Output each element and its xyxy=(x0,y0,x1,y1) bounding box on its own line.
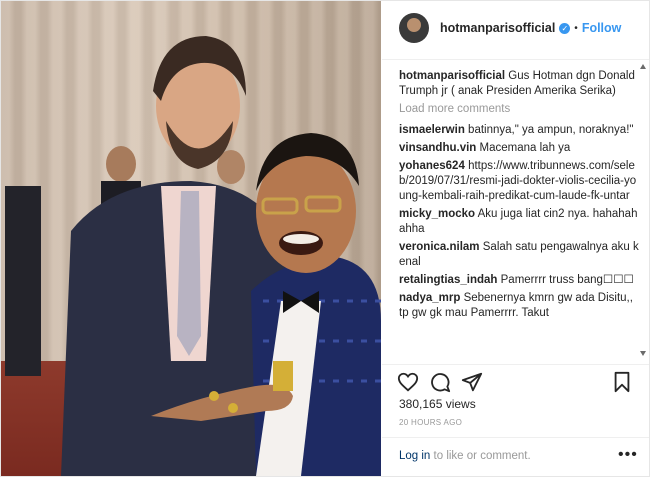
login-prompt-text: to like or comment. xyxy=(430,450,531,462)
login-prompt: Log in to like or comment. xyxy=(399,450,531,462)
login-link[interactable]: Log in xyxy=(399,450,430,462)
more-options-icon[interactable]: ••• xyxy=(618,446,638,464)
comment-username[interactable]: yohanes624 xyxy=(399,160,465,172)
post-timestamp[interactable]: 20 HOURS AGO xyxy=(399,418,462,427)
comment-text: batinnya," ya ampun, noraknya!" xyxy=(468,124,634,136)
list-item: veronica.nilam Salah satu pengawalnya ak… xyxy=(399,240,639,270)
post-side-panel: hotmanparisofficial ✓ • Follow hotmanpar… xyxy=(382,1,649,476)
list-item: yohanes624 https://www.tribunnews.com/se… xyxy=(399,159,639,204)
scroll-down-arrow-icon[interactable] xyxy=(640,351,646,356)
list-item: retalingtias_indah Pamerrrr truss bang☐☐… xyxy=(399,273,639,288)
comment-text: Macemana lah ya xyxy=(479,142,571,154)
list-item: ismaelerwin batinnya," ya ampun, norakny… xyxy=(399,123,639,138)
header-separator: • xyxy=(574,22,578,34)
list-item: micky_mocko Aku juga liat cin2 nya. haha… xyxy=(399,207,639,237)
comment-username[interactable]: micky_mocko xyxy=(399,208,475,220)
instagram-post: hotmanparisofficial ✓ • Follow hotmanpar… xyxy=(0,0,650,477)
follow-button[interactable]: Follow xyxy=(582,21,622,35)
header-username[interactable]: hotmanparisofficial xyxy=(440,21,555,35)
list-item: nadya_mrp Sebenernya kmrn gw ada Disitu,… xyxy=(399,291,639,321)
post-header: hotmanparisofficial ✓ • Follow xyxy=(382,1,649,60)
action-bar xyxy=(382,364,649,399)
comment-username[interactable]: nadya_mrp xyxy=(399,292,460,304)
header-row: hotmanparisofficial ✓ • Follow xyxy=(440,21,621,35)
comment-username[interactable]: veronica.nilam xyxy=(399,241,480,253)
verified-badge-icon: ✓ xyxy=(559,22,571,34)
share-icon[interactable] xyxy=(461,371,483,393)
list-item: vinsandhu.vin Macemana lah ya xyxy=(399,141,639,156)
caption: hotmanparisofficial Gus Hotman dgn Donal… xyxy=(399,69,639,99)
comment-username[interactable]: retalingtias_indah xyxy=(399,274,497,286)
post-photo[interactable] xyxy=(1,1,381,476)
profile-avatar[interactable] xyxy=(399,13,429,43)
post-footer: Log in to like or comment. ••• xyxy=(382,437,649,477)
load-more-comments-button[interactable]: Load more comments xyxy=(399,102,639,117)
scroll-up-arrow-icon[interactable] xyxy=(640,64,646,69)
view-count[interactable]: 380,165 views xyxy=(399,397,476,411)
comment-username[interactable]: ismaelerwin xyxy=(399,124,465,136)
comment-icon[interactable] xyxy=(429,371,451,393)
comments-list[interactable]: hotmanparisofficial Gus Hotman dgn Donal… xyxy=(399,69,639,359)
caption-username[interactable]: hotmanparisofficial xyxy=(399,70,505,82)
photo-figures xyxy=(5,36,381,476)
comments-scrollbar[interactable] xyxy=(639,61,648,361)
comment-text: Pamerrrr truss bang☐☐☐ xyxy=(500,274,634,286)
heart-icon[interactable] xyxy=(397,371,419,393)
comment-username[interactable]: vinsandhu.vin xyxy=(399,142,476,154)
bookmark-icon[interactable] xyxy=(611,371,633,393)
